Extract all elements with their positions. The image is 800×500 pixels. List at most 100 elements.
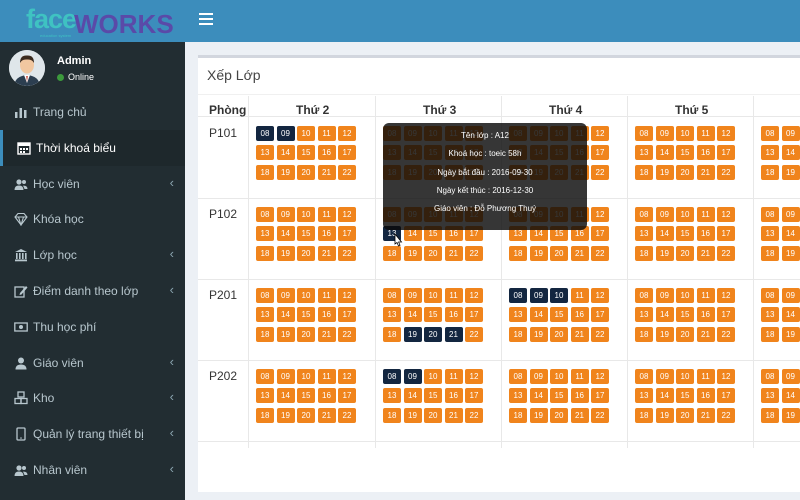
time-slot[interactable]: 15 <box>297 226 315 242</box>
time-slot[interactable]: 15 <box>676 145 694 161</box>
time-slot[interactable]: 13 <box>761 388 779 404</box>
sidebar-item-5[interactable]: Lớp học ‹ <box>0 237 185 273</box>
time-slot[interactable]: 19 <box>655 245 674 261</box>
time-slot[interactable]: 20 <box>297 164 315 180</box>
time-slot[interactable]: 12 <box>338 288 356 303</box>
sidebar-item-8[interactable]: Giáo viên ‹ <box>0 345 185 381</box>
time-slot[interactable]: 17 <box>591 307 609 323</box>
time-slot[interactable]: 11 <box>696 207 715 222</box>
time-slot[interactable]: 14 <box>403 307 422 323</box>
time-slot[interactable]: 19 <box>276 164 295 180</box>
sidebar-item-6[interactable]: Điểm danh theo lớp ‹ <box>0 273 185 309</box>
time-slot[interactable]: 21 <box>444 407 463 423</box>
time-slot[interactable]: 17 <box>717 388 735 404</box>
time-slot[interactable]: 16 <box>317 145 336 161</box>
time-slot[interactable]: 22 <box>717 407 735 423</box>
time-slot-booked[interactable]: 21 <box>444 326 463 342</box>
time-slot[interactable]: 19 <box>655 164 674 180</box>
time-slot-booked[interactable]: 08 <box>509 288 527 303</box>
time-slot[interactable]: 21 <box>696 164 715 180</box>
time-slot[interactable]: 15 <box>424 307 442 323</box>
time-slot[interactable]: 20 <box>550 245 568 261</box>
time-slot[interactable]: 11 <box>317 126 336 141</box>
time-slot[interactable]: 11 <box>570 288 589 303</box>
time-slot[interactable]: 19 <box>781 164 800 180</box>
time-slot[interactable]: 20 <box>550 407 568 423</box>
time-slot[interactable]: 18 <box>509 245 527 261</box>
sidebar-item-3[interactable]: Học viên ‹ <box>0 166 185 202</box>
time-slot[interactable]: 16 <box>444 307 463 323</box>
time-slot[interactable]: 09 <box>781 288 800 303</box>
time-slot[interactable]: 18 <box>383 407 401 423</box>
time-slot[interactable]: 10 <box>297 126 315 141</box>
time-slot[interactable]: 13 <box>256 145 274 161</box>
time-slot[interactable]: 17 <box>338 307 356 323</box>
time-slot[interactable]: 10 <box>424 369 442 384</box>
time-slot[interactable]: 18 <box>761 326 779 342</box>
time-slot[interactable]: 18 <box>635 326 653 342</box>
time-slot[interactable]: 13 <box>761 145 779 161</box>
time-slot[interactable]: 12 <box>717 207 735 222</box>
sidebar-item-10[interactable]: Quản lý trang thiết bị ‹ <box>0 416 185 452</box>
time-slot[interactable]: 21 <box>317 326 336 342</box>
time-slot[interactable]: 13 <box>509 307 527 323</box>
time-slot[interactable]: 13 <box>383 388 401 404</box>
time-slot[interactable]: 22 <box>591 407 609 423</box>
time-slot[interactable]: 16 <box>444 388 463 404</box>
time-slot[interactable]: 13 <box>635 307 653 323</box>
time-slot[interactable]: 10 <box>297 288 315 303</box>
time-slot[interactable]: 14 <box>529 307 548 323</box>
sidebar-item-7[interactable]: Thu học phí <box>0 309 185 345</box>
time-slot[interactable]: 16 <box>696 145 715 161</box>
time-slot[interactable]: 13 <box>635 145 653 161</box>
time-slot[interactable]: 08 <box>635 369 653 384</box>
time-slot[interactable]: 17 <box>591 388 609 404</box>
time-slot[interactable]: 12 <box>465 369 483 384</box>
time-slot[interactable]: 16 <box>570 307 589 323</box>
sidebar-item-4[interactable]: Khóa học <box>0 201 185 237</box>
time-slot[interactable]: 13 <box>761 307 779 323</box>
time-slot[interactable]: 22 <box>717 245 735 261</box>
time-slot[interactable]: 21 <box>696 407 715 423</box>
time-slot[interactable]: 12 <box>591 126 609 141</box>
time-slot[interactable]: 14 <box>655 307 674 323</box>
time-slot-booked[interactable]: 08 <box>383 369 401 384</box>
time-slot[interactable]: 22 <box>591 245 609 261</box>
time-slot[interactable]: 12 <box>338 369 356 384</box>
time-slot[interactable]: 18 <box>761 164 779 180</box>
time-slot[interactable]: 16 <box>570 388 589 404</box>
time-slot[interactable]: 20 <box>676 326 694 342</box>
time-slot[interactable]: 19 <box>781 326 800 342</box>
time-slot-booked[interactable]: 09 <box>403 369 422 384</box>
time-slot[interactable]: 22 <box>465 326 483 342</box>
time-slot[interactable]: 17 <box>465 388 483 404</box>
time-slot[interactable]: 19 <box>403 245 422 261</box>
time-slot-booked[interactable]: 20 <box>424 326 442 342</box>
time-slot[interactable]: 21 <box>570 326 589 342</box>
time-slot[interactable]: 18 <box>509 407 527 423</box>
time-slot[interactable]: 18 <box>256 245 274 261</box>
time-slot[interactable]: 18 <box>509 326 527 342</box>
time-slot[interactable]: 16 <box>317 388 336 404</box>
time-slot[interactable]: 20 <box>297 326 315 342</box>
time-slot[interactable]: 17 <box>591 226 609 242</box>
time-slot[interactable]: 15 <box>550 307 568 323</box>
time-slot[interactable]: 21 <box>317 245 336 261</box>
time-slot[interactable]: 14 <box>403 388 422 404</box>
time-slot[interactable]: 10 <box>676 207 694 222</box>
time-slot[interactable]: 12 <box>717 369 735 384</box>
time-slot[interactable]: 11 <box>696 288 715 303</box>
time-slot[interactable]: 22 <box>591 326 609 342</box>
time-slot[interactable]: 11 <box>696 126 715 141</box>
time-slot[interactable]: 18 <box>635 245 653 261</box>
time-slot[interactable]: 09 <box>276 369 295 384</box>
time-slot[interactable]: 20 <box>297 245 315 261</box>
time-slot[interactable]: 08 <box>256 369 274 384</box>
hamburger-menu-icon[interactable] <box>199 13 213 27</box>
time-slot[interactable]: 19 <box>529 245 548 261</box>
time-slot[interactable]: 19 <box>276 326 295 342</box>
time-slot[interactable]: 17 <box>717 145 735 161</box>
time-slot[interactable]: 18 <box>256 164 274 180</box>
time-slot-booked[interactable]: 09 <box>276 126 295 141</box>
time-slot[interactable]: 18 <box>761 407 779 423</box>
